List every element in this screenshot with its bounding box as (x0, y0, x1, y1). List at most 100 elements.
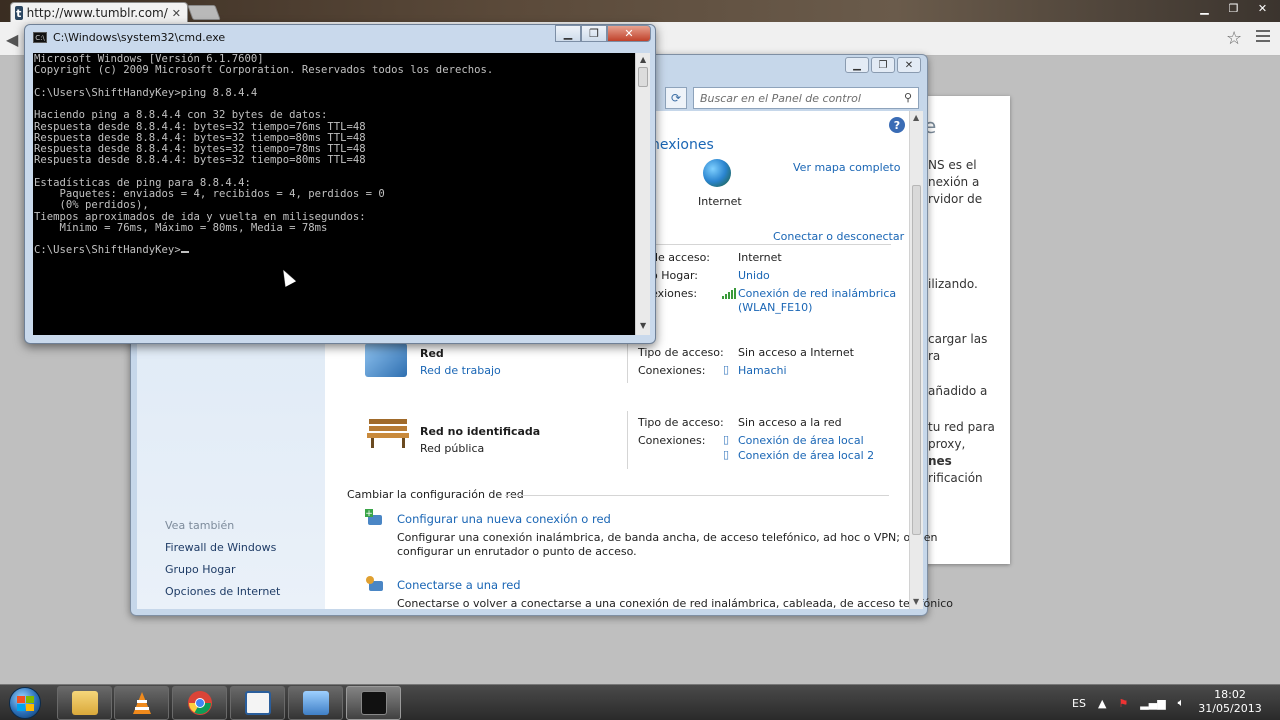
divider (647, 244, 891, 245)
tumblr-text: añadido a (928, 384, 988, 398)
public-network-label: Red pública (420, 442, 485, 455)
taskbar-chrome[interactable] (172, 686, 227, 720)
internet-globe-icon (703, 159, 731, 187)
scroll-up-icon[interactable]: ▲ (913, 113, 919, 122)
windows-logo-icon (9, 687, 41, 719)
svg-text:+: + (365, 509, 373, 519)
tumblr-content-panel: e NS es el nexión a rvidor de ilizando. … (918, 96, 1010, 564)
network-name: Red no identificada (420, 425, 541, 438)
document-icon (244, 691, 271, 715)
clock-date: 31/05/2013 (1198, 702, 1262, 715)
search-placeholder: Buscar en el Panel de control (700, 92, 861, 105)
bookmark-star-icon[interactable]: ☆ (1226, 28, 1242, 49)
action-center-flag-icon[interactable]: ⚑ (1118, 697, 1128, 710)
view-full-map-link[interactable]: Ver mapa completo (793, 161, 900, 174)
taskbar-document-app[interactable] (230, 686, 285, 720)
tumblr-text: nes (928, 454, 952, 468)
cmd-icon: C:\ (33, 32, 47, 43)
cmd-cursor (180, 251, 189, 254)
back-arrow-icon[interactable]: ◀ (6, 30, 18, 49)
tumblr-text: cargar las (928, 332, 988, 346)
wireless-connection-ssid[interactable]: (WLAN_FE10) (738, 301, 812, 314)
side-link-firewall[interactable]: Firewall de Windows (165, 541, 276, 554)
cmd-window: C:\ C:\Windows\system32\cmd.exe ▁ ❐ ✕ Mi… (24, 24, 656, 344)
cmd-scrollbar[interactable]: ▲ ▼ (635, 53, 650, 335)
close-icon[interactable]: ✕ (607, 25, 651, 42)
control-panel-search-input[interactable]: Buscar en el Panel de control ⚲ (693, 87, 919, 109)
maximize-icon[interactable]: ❐ (1220, 0, 1247, 17)
network-name: Red (420, 347, 444, 360)
folder-icon (71, 691, 98, 715)
maximize-icon[interactable]: ❐ (871, 57, 895, 73)
network-window-controls: ▁ ❐ ✕ (845, 57, 921, 73)
minimize-icon[interactable]: ▁ (555, 25, 581, 42)
access-type-value: Sin acceso a la red (738, 416, 842, 429)
cmd-output: Microsoft Windows [Versión 6.1.7600] Cop… (33, 53, 635, 257)
setup-new-connection-desc: configurar un enrutador o punto de acces… (397, 545, 637, 558)
side-link-homegroup[interactable]: Grupo Hogar (165, 563, 235, 576)
connections-heading: nexiones (651, 137, 714, 153)
tumblr-text: rificación (928, 471, 983, 485)
access-type-label: Tipo de acceso: (638, 416, 724, 429)
divider (627, 341, 628, 383)
local-area-connection-2-link[interactable]: Conexión de área local 2 (738, 449, 874, 462)
search-icon[interactable]: ⚲ (904, 91, 912, 104)
start-button[interactable] (2, 685, 48, 720)
help-icon[interactable]: ? (889, 117, 905, 133)
chrome-menu-icon[interactable] (1256, 30, 1270, 44)
chrome-titlebar: t http://www.tumblr.com/ ✕ ▁ ❐ ✕ (0, 0, 1280, 23)
refresh-icon[interactable]: ⟳ (665, 87, 687, 109)
side-link-internet-options[interactable]: Opciones de Internet (165, 585, 280, 598)
taskbar-control-panel[interactable] (288, 686, 343, 720)
homegroup-joined-link[interactable]: Unido (738, 269, 770, 282)
cmd-window-title: C:\Windows\system32\cmd.exe (53, 31, 226, 44)
access-type-label: de acceso: (651, 251, 711, 264)
new-connection-icon: + (365, 509, 382, 525)
close-icon[interactable]: ✕ (1249, 0, 1276, 17)
scroll-down-icon[interactable]: ▼ (913, 597, 919, 606)
wireless-connection-link[interactable]: Conexión de red inalámbrica (738, 287, 896, 300)
access-type-value: Sin acceso a Internet (738, 346, 854, 359)
clock[interactable]: 18:02 31/05/2013 (1196, 688, 1264, 716)
hamachi-link[interactable]: Hamachi (738, 364, 787, 377)
taskbar-explorer[interactable] (57, 686, 112, 720)
access-type-label: Tipo de acceso: (638, 346, 724, 359)
minimize-icon[interactable]: ▁ (845, 57, 869, 73)
scroll-up-icon[interactable]: ▲ (640, 55, 646, 64)
network-scrollbar[interactable]: ▲ ▼ (909, 111, 923, 609)
setup-new-connection-link[interactable]: Configurar una nueva conexión o red (397, 512, 611, 526)
connect-disconnect-link[interactable]: Conectar o desconectar (773, 230, 904, 243)
chrome-tab-tumblr[interactable]: t http://www.tumblr.com/ ✕ (10, 2, 188, 23)
cmd-icon (360, 691, 387, 715)
tumblr-text: ra (928, 349, 941, 363)
cmd-window-controls: ▁ ❐ ✕ (555, 25, 651, 42)
tumblr-text: rvidor de (928, 192, 983, 206)
tumblr-text: proxy, (928, 437, 966, 451)
network-adapter-icon: ▯ (723, 363, 730, 376)
tab-close-icon[interactable]: ✕ (172, 7, 181, 20)
cmd-console[interactable]: Microsoft Windows [Versión 6.1.7600] Cop… (33, 53, 635, 335)
new-tab-button[interactable] (187, 5, 221, 20)
cmd-titlebar: C:\ C:\Windows\system32\cmd.exe (33, 31, 225, 44)
system-tray: ES ▲ ⚑ ▂▄▆ 🔈︎ (1072, 685, 1184, 720)
taskbar-cmd[interactable] (346, 686, 401, 720)
show-hidden-icons-icon[interactable]: ▲ (1098, 697, 1106, 710)
maximize-icon[interactable]: ❐ (581, 25, 607, 42)
taskbar-vlc[interactable] (114, 686, 169, 720)
clock-time: 18:02 (1214, 688, 1246, 701)
network-signal-icon[interactable]: ▂▄▆ (1140, 697, 1165, 710)
work-network-link[interactable]: Red de trabajo (420, 364, 501, 377)
scroll-down-icon[interactable]: ▼ (640, 321, 646, 330)
connections-label: exiones: (651, 287, 698, 300)
connect-to-network-link[interactable]: Conectarse a una red (397, 578, 521, 592)
see-also-heading: Vea también (165, 519, 235, 532)
internet-label: Internet (698, 195, 742, 208)
volume-icon[interactable]: 🔈︎ (1178, 696, 1185, 710)
scrollbar-thumb[interactable] (912, 185, 921, 535)
language-indicator[interactable]: ES (1072, 697, 1086, 710)
close-icon[interactable]: ✕ (897, 57, 921, 73)
scrollbar-thumb[interactable] (638, 67, 648, 87)
cmd-prompt: C:\Users\ShiftHandyKey> (34, 244, 181, 257)
minimize-icon[interactable]: ▁ (1191, 0, 1218, 17)
local-area-connection-link[interactable]: Conexión de área local (738, 434, 864, 447)
